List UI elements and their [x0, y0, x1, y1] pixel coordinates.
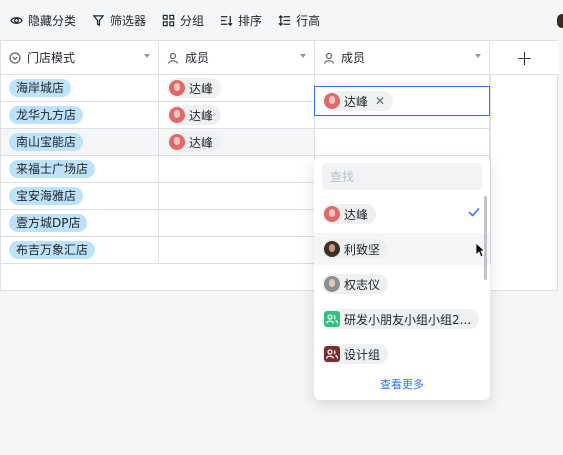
member2-cell[interactable] [315, 129, 490, 155]
search-input[interactable]: 查找 [322, 163, 482, 190]
group-label: 分组 [180, 13, 205, 28]
group-button[interactable]: 分组 [162, 12, 204, 29]
column-header-member-2[interactable]: 成员 [315, 41, 490, 74]
sort-icon [220, 15, 233, 26]
chevron-down-icon[interactable] [300, 54, 306, 58]
member-cell[interactable] [159, 237, 315, 263]
row-height-label: 行高 [296, 13, 321, 28]
filter-icon [92, 14, 105, 26]
option-label: 设计组 [344, 347, 381, 362]
store-cell[interactable]: 海岸城店 [1, 75, 159, 101]
member-chip: 权志仪 [322, 274, 389, 294]
user-avatar[interactable] [557, 14, 563, 28]
member-option[interactable]: 利致坚 [314, 233, 490, 265]
member-option[interactable]: 权志仪 [314, 268, 490, 300]
store-cell[interactable]: 南山宝能店 [1, 129, 159, 155]
toolbar: 隐藏分类 筛选器 分组 排序 行高 [0, 0, 563, 40]
member-chip: 研发小朋友小组小组2... [322, 309, 480, 329]
store-tag: 海岸城店 [9, 79, 72, 97]
member-name: 达峰 [189, 135, 214, 150]
member-name: 达峰 [189, 108, 214, 123]
store-tag: 宝安海雅店 [9, 187, 84, 205]
person-gray-icon [324, 276, 340, 292]
grid-icon [162, 14, 175, 26]
plus-icon: + [516, 45, 533, 70]
row-height-button[interactable]: 行高 [278, 12, 320, 29]
store-tag: 龙华九方店 [9, 106, 84, 124]
view-more-link[interactable]: 查看更多 [314, 376, 490, 392]
option-label: 研发小朋友小组小组2... [344, 312, 472, 327]
mouse-cursor-icon [475, 242, 485, 258]
hide-fields-label: 隐藏分类 [28, 13, 77, 28]
hide-fields-button[interactable]: 隐藏分类 [10, 12, 76, 29]
member-editor-cell[interactable]: 达峰 ✕ [314, 86, 490, 116]
chevron-down-icon[interactable] [144, 54, 150, 58]
member-name: 达峰 [189, 81, 214, 96]
member-option[interactable]: 设计组 [314, 338, 490, 370]
close-icon[interactable]: ✕ [375, 94, 385, 108]
column-header-label: 门店模式 [27, 51, 76, 65]
option-label: 利致坚 [344, 242, 381, 257]
member-dropdown: 查找 达峰 利致坚 权志仪 研发小朋友小组小组2... 设计组 查看更多 [314, 157, 490, 400]
store-tag: 壹方城DP店 [9, 214, 88, 232]
column-header-member-1[interactable]: 成员 [159, 41, 315, 74]
person-red-icon [169, 107, 185, 123]
member-chip: 达峰 [167, 105, 222, 125]
dropdown-scrollbar[interactable] [484, 196, 487, 280]
filter-button[interactable]: 筛选器 [92, 12, 146, 29]
store-cell[interactable]: 壹方城DP店 [1, 210, 159, 236]
member-name: 达峰 [344, 94, 369, 109]
store-tag: 南山宝能店 [9, 133, 84, 151]
header-row: 门店模式 成员 成员 + [1, 41, 559, 75]
member-chip: 达峰 [167, 78, 222, 98]
column-header-label: 成员 [185, 51, 210, 65]
group-brown-icon [324, 346, 340, 362]
store-cell[interactable]: 来福士广场店 [1, 156, 159, 182]
row-height-icon [278, 14, 291, 26]
person-red-icon [169, 80, 185, 96]
search-placeholder: 查找 [330, 170, 355, 184]
member-chip: 利致坚 [322, 239, 389, 259]
member-cell[interactable] [159, 210, 315, 236]
member-chip: 达峰 [167, 132, 222, 152]
column-header-label: 成员 [341, 51, 366, 65]
store-cell[interactable]: 宝安海雅店 [1, 183, 159, 209]
add-column-button[interactable]: + [490, 41, 559, 74]
column-header-store-mode[interactable]: 门店模式 [1, 41, 159, 74]
group-green-icon [324, 311, 340, 327]
filter-label: 筛选器 [110, 13, 147, 28]
member-cell[interactable] [159, 183, 315, 209]
eye-icon [10, 16, 23, 24]
person-icon [323, 52, 335, 64]
column-divider [490, 75, 491, 264]
member-cell[interactable] [159, 156, 315, 182]
person-red-icon [169, 134, 185, 150]
table-row: 南山宝能店 达峰 [1, 129, 490, 156]
person-dark-icon [324, 241, 340, 257]
chevron-down-icon[interactable] [475, 54, 481, 58]
store-tag: 布吉万象汇店 [9, 241, 96, 259]
single-select-icon [9, 51, 21, 64]
option-label: 权志仪 [344, 277, 381, 292]
sort-label: 排序 [238, 13, 263, 28]
person-icon [167, 52, 179, 64]
member-cell[interactable]: 达峰 [159, 102, 315, 128]
member-cell[interactable]: 达峰 [159, 75, 315, 101]
check-icon [468, 207, 480, 217]
member-cell[interactable]: 达峰 [159, 129, 315, 155]
store-cell[interactable]: 龙华九方店 [1, 102, 159, 128]
selected-member-chip: 达峰 ✕ [322, 91, 394, 111]
store-tag: 来福士广场店 [9, 160, 96, 178]
member-chip: 达峰 [322, 204, 377, 224]
member-option[interactable]: 达峰 [314, 198, 490, 230]
person-red-icon [324, 93, 340, 109]
member-option[interactable]: 研发小朋友小组小组2... [314, 303, 490, 335]
member-chip: 设计组 [322, 344, 389, 364]
person-red-icon [324, 206, 340, 222]
option-label: 达峰 [344, 207, 369, 222]
sort-button[interactable]: 排序 [220, 12, 262, 29]
store-cell[interactable]: 布吉万象汇店 [1, 237, 159, 263]
